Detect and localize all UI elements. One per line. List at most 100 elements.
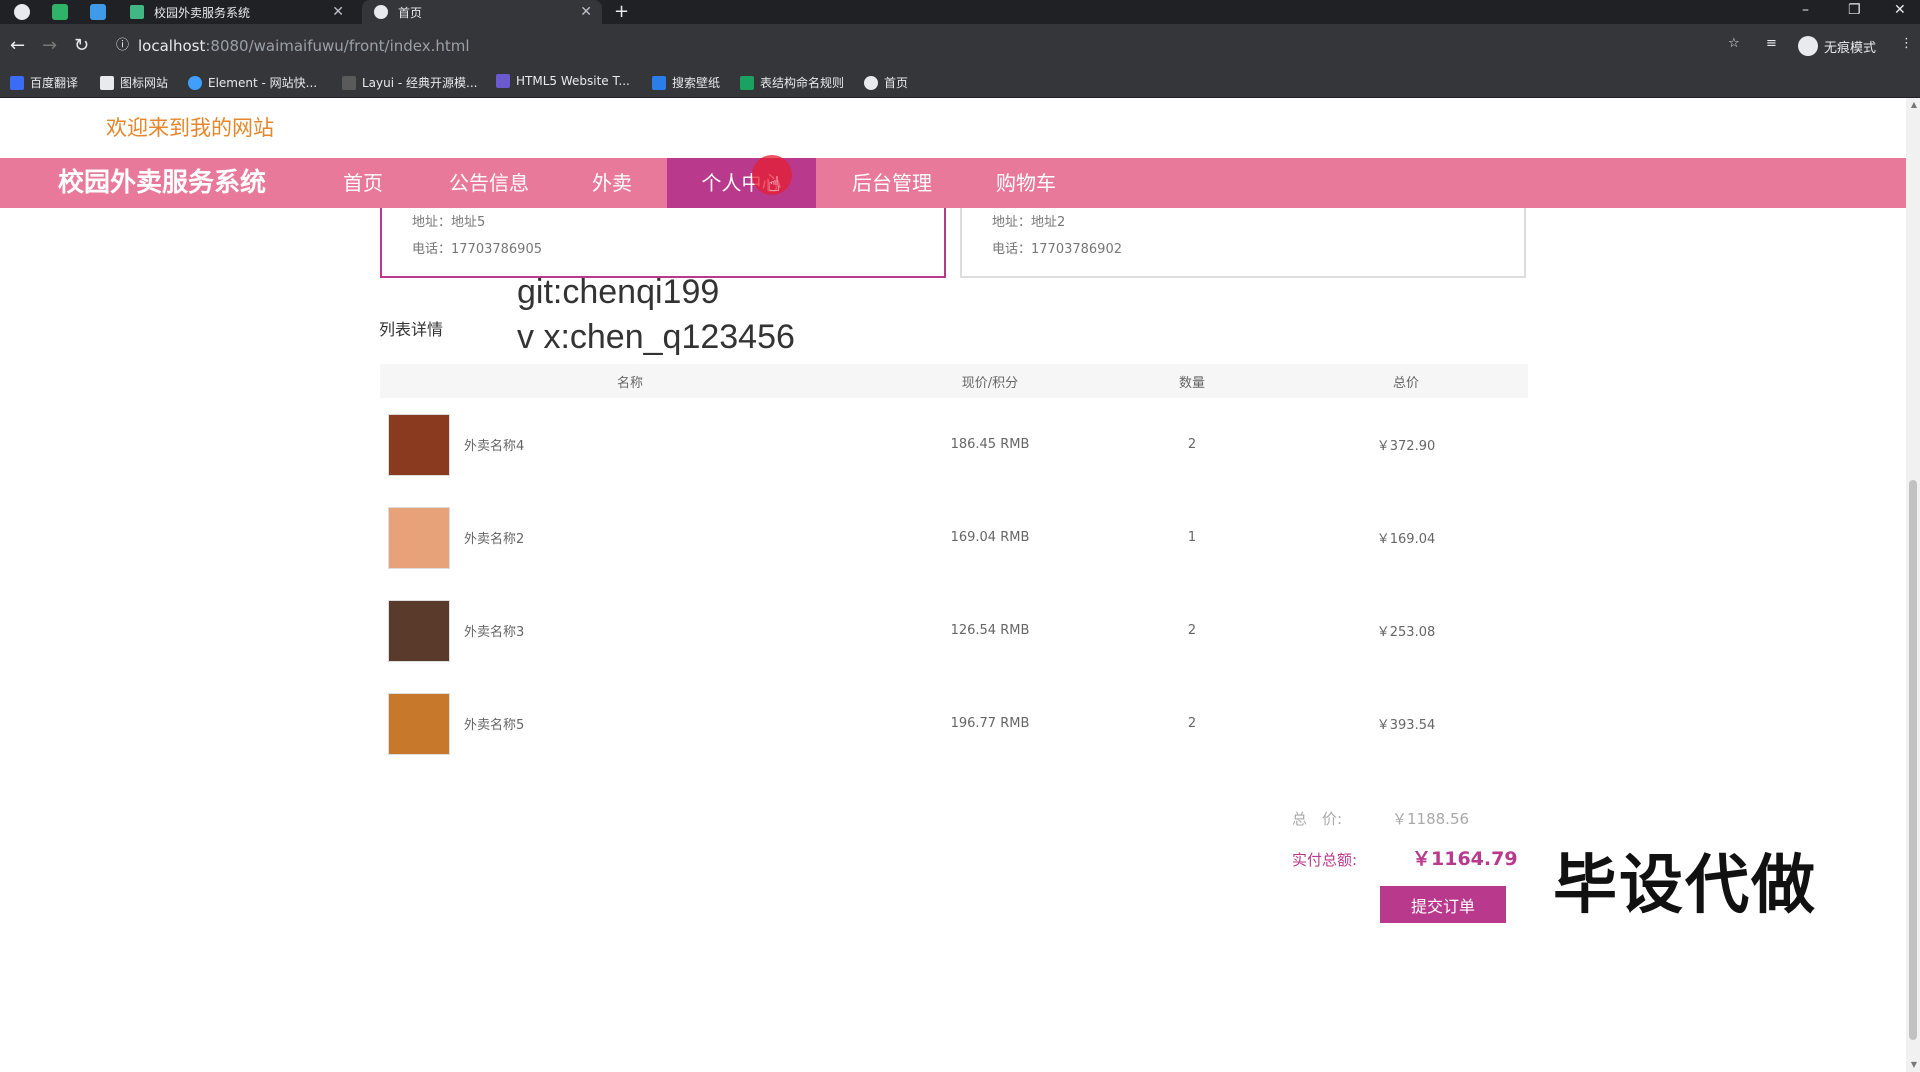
item-qty: 2	[1187, 437, 1197, 452]
restore-icon[interactable]: ❐	[1848, 0, 1861, 20]
item-thumbnail[interactable]	[388, 599, 450, 662]
table-header-row: 名称 现价/积分 数量 总价	[380, 364, 1528, 398]
star-icon[interactable]: ☆	[1728, 36, 1740, 51]
bookmark-item[interactable]: 图标网站	[100, 74, 168, 91]
table-row: 外卖名称4 186.45 RMB 2 ￥372.90	[380, 398, 1528, 491]
item-name-cell: 外卖名称5	[380, 677, 880, 770]
scroll-down-icon[interactable]: ▼	[1911, 1060, 1917, 1069]
url-host: localhost	[138, 37, 206, 55]
bookmark-label: HTML5 Website T...	[516, 74, 630, 88]
back-icon[interactable]: ←	[10, 36, 25, 56]
url-field[interactable]: ⓘ localhost:8080/waimaifuwu/front/index.…	[110, 32, 1780, 60]
item-qty: 2	[1187, 716, 1197, 731]
tab-title: 首页	[398, 5, 423, 20]
main-navbar: 校园外卖服务系统 首页 公告信息 外卖 个人中心 后台管理 购物车	[0, 158, 1906, 208]
bookmark-label: 百度翻译	[30, 76, 79, 90]
html5-icon	[496, 74, 510, 88]
pinned-tab-icon[interactable]	[52, 4, 68, 20]
nav-notice[interactable]: 公告信息	[430, 158, 548, 208]
bookmark-label: 搜索壁纸	[672, 76, 721, 90]
info-icon[interactable]: ⓘ	[116, 32, 129, 60]
item-name: 外卖名称3	[464, 625, 525, 640]
address-line: 地址：地址5	[412, 215, 486, 230]
address-bar: ← → ↻ ⓘ localhost:8080/waimaifuwu/front/…	[0, 24, 1920, 68]
scrollbar-thumb[interactable]	[1909, 480, 1917, 1040]
close-icon[interactable]: ✕	[332, 4, 344, 20]
item-price: 196.77 RMB	[950, 716, 1030, 731]
bookmarks-bar: 百度翻译 图标网站 Element - 网站快... Layui - 经典开源模…	[0, 68, 1920, 98]
item-total: ￥169.04	[1376, 532, 1436, 547]
item-name: 外卖名称2	[464, 532, 525, 547]
globe-icon	[374, 5, 388, 19]
item-price: 126.54 RMB	[950, 623, 1030, 638]
item-name: 外卖名称5	[464, 718, 525, 733]
table-row: 外卖名称3 126.54 RMB 2 ￥253.08	[380, 584, 1528, 677]
nav-takeout[interactable]: 外卖	[570, 158, 654, 208]
nav-cart[interactable]: 购物车	[970, 158, 1082, 208]
element-icon	[188, 75, 202, 90]
bookmark-label: 图标网站	[120, 76, 169, 90]
welcome-text: 欢迎来到我的网站	[106, 116, 274, 140]
item-name-cell: 外卖名称4	[380, 398, 880, 491]
flag-icon	[100, 75, 114, 90]
submit-order-button[interactable]: 提交订单	[1380, 886, 1506, 923]
globe-icon	[864, 75, 878, 90]
bookmark-label: 首页	[884, 76, 909, 90]
bookmark-item[interactable]: 搜索壁纸	[652, 74, 720, 91]
table-row: 外卖名称5 196.77 RMB 2 ￥393.54	[380, 677, 1528, 770]
bookmark-label: Element - 网站快...	[208, 76, 318, 90]
forward-icon[interactable]: →	[42, 36, 57, 56]
browser-tab-active[interactable]: 首页 ✕	[362, 0, 602, 24]
bookmark-item[interactable]: 首页	[864, 74, 908, 91]
pinned-tab-icon[interactable]	[90, 4, 106, 20]
browser-tab[interactable]: 校园外卖服务系统 ✕	[124, 0, 354, 24]
overlay-caption: 毕设代做	[1553, 849, 1817, 923]
col-price: 现价/积分	[880, 364, 1100, 398]
scroll-up-icon[interactable]: ▲	[1911, 100, 1917, 109]
address-card[interactable]: 地址：地址2 电话：17703786902	[960, 208, 1526, 278]
bookmark-item[interactable]: HTML5 Website T...	[496, 74, 630, 88]
nav-profile[interactable]: 个人中心	[667, 158, 816, 208]
wallpaper-icon	[652, 75, 666, 90]
address-card-selected[interactable]: 地址：地址5 电话：17703786905	[380, 208, 946, 278]
watermark-git: git:chenqi199	[517, 273, 720, 311]
sheet-icon	[740, 75, 754, 90]
phone-line: 电话：17703786905	[412, 242, 542, 257]
paid-label: 实付总额:	[1292, 851, 1358, 869]
order-items-table: 名称 现价/积分 数量 总价 外卖名称4 186.45 RMB 2 ￥372.9…	[380, 364, 1528, 770]
bookmark-item[interactable]: 百度翻译	[10, 74, 78, 91]
total-value: ￥1188.56	[1392, 810, 1470, 828]
minimize-icon[interactable]: –	[1802, 0, 1809, 20]
close-icon[interactable]: ✕	[580, 4, 592, 20]
item-qty: 2	[1187, 623, 1197, 638]
nav-home[interactable]: 首页	[318, 158, 408, 208]
bookmark-item[interactable]: Element - 网站快...	[188, 74, 317, 91]
bookmark-item[interactable]: 表结构命名规则	[740, 74, 844, 91]
item-name-cell: 外卖名称2	[380, 491, 880, 584]
item-thumbnail[interactable]	[388, 692, 450, 755]
bookmark-label: Layui - 经典开源模...	[362, 76, 478, 90]
translate-icon	[10, 75, 24, 90]
item-total: ￥253.08	[1376, 625, 1436, 640]
total-label: 总 价:	[1292, 810, 1343, 828]
chrome-icon[interactable]	[14, 4, 30, 20]
incognito-badge[interactable]: 无痕模式	[1798, 36, 1876, 56]
reload-icon[interactable]: ↻	[74, 36, 89, 56]
layui-icon	[342, 75, 356, 90]
close-window-icon[interactable]: ✕	[1894, 0, 1906, 20]
incognito-icon	[1798, 36, 1818, 56]
vue-icon	[130, 5, 144, 19]
phone-line: 电话：17703786902	[992, 242, 1122, 257]
new-tab-icon[interactable]: +	[614, 0, 629, 24]
col-total: 总价	[1284, 364, 1528, 398]
menu-icon[interactable]: ⋮	[1900, 36, 1913, 51]
item-total: ￥372.90	[1376, 439, 1436, 454]
address-line: 地址：地址2	[992, 215, 1066, 230]
nav-admin[interactable]: 后台管理	[836, 158, 948, 208]
item-name-cell: 外卖名称3	[380, 584, 880, 677]
reading-list-icon[interactable]: ≡	[1766, 36, 1777, 51]
item-thumbnail[interactable]	[388, 506, 450, 569]
bookmark-item[interactable]: Layui - 经典开源模...	[342, 74, 477, 91]
item-thumbnail[interactable]	[388, 413, 450, 476]
watermark-wx: v x:chen_q123456	[517, 318, 795, 356]
